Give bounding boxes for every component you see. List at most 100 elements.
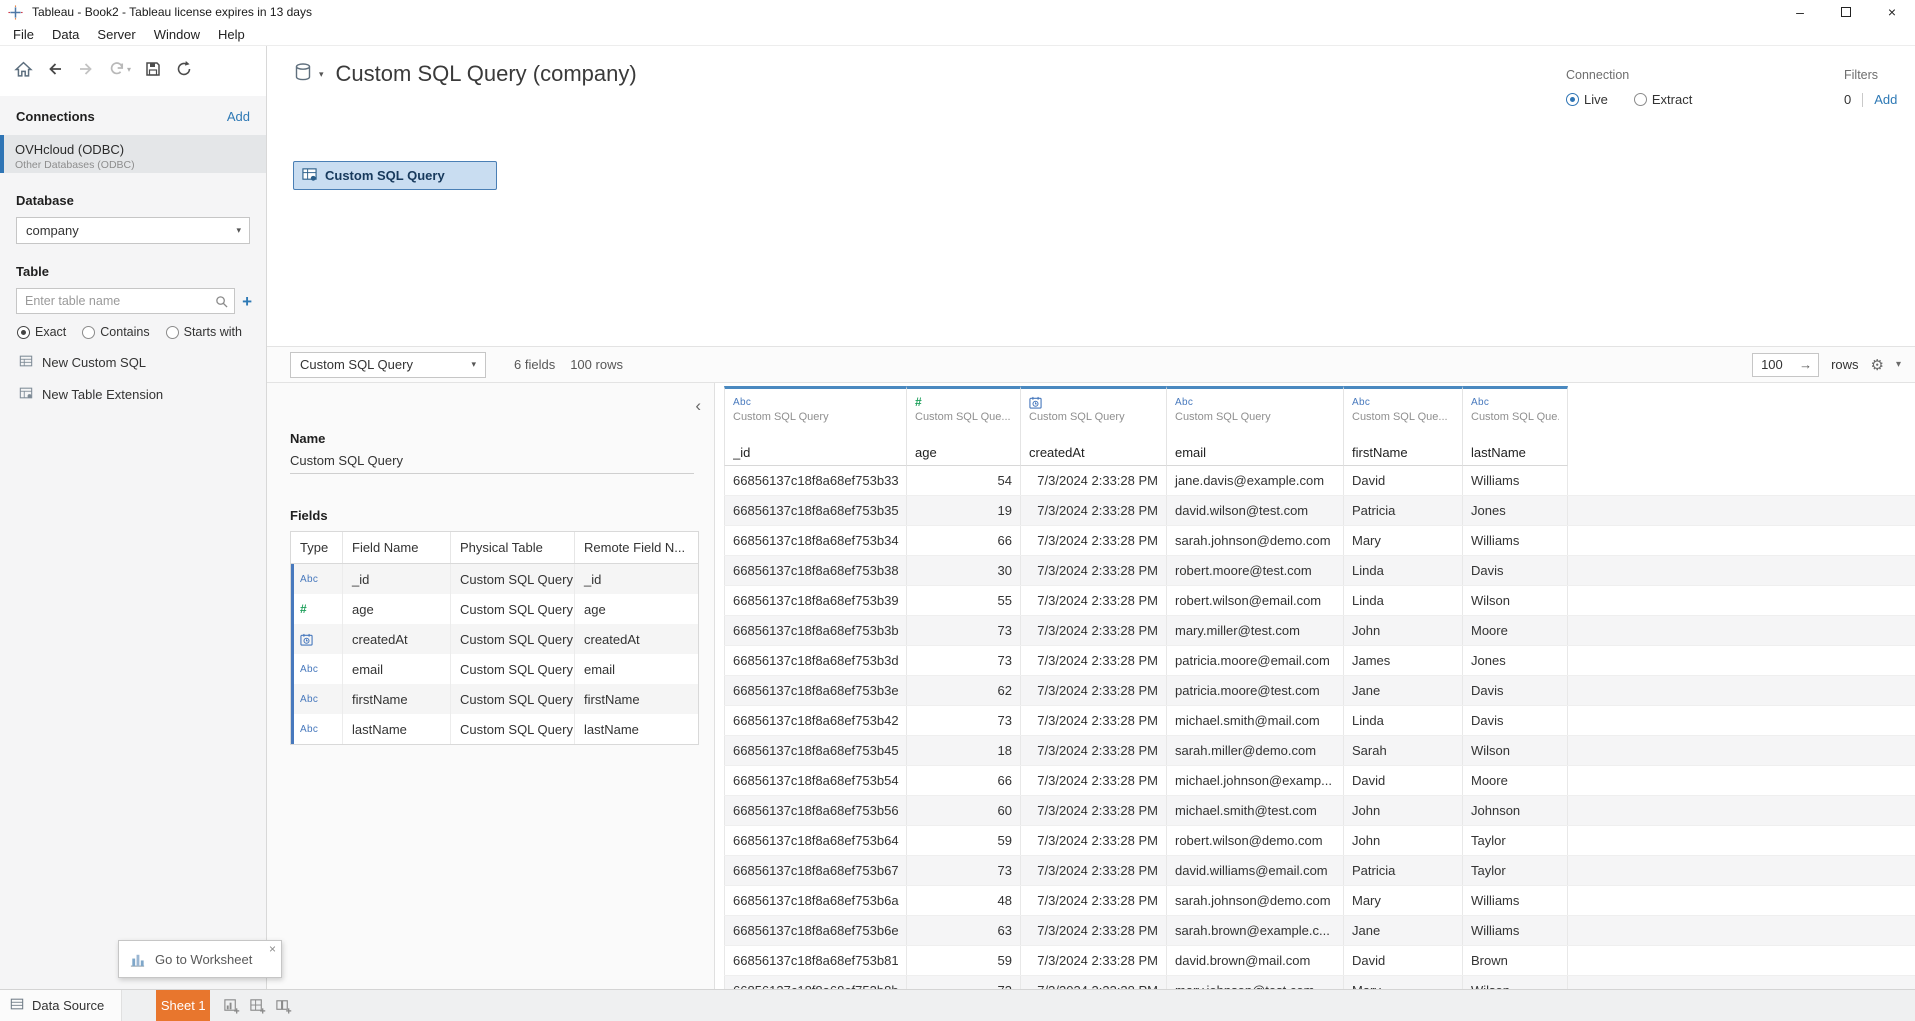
gear-icon[interactable]: ⚙ xyxy=(1871,356,1884,374)
table-cell[interactable]: 7/3/2024 2:33:28 PM xyxy=(1021,796,1167,825)
table-row[interactable]: 66856137c18f8a68ef753b3d737/3/2024 2:33:… xyxy=(724,646,1915,676)
table-row[interactable]: 66856137c18f8a68ef753b6a487/3/2024 2:33:… xyxy=(724,886,1915,916)
field-row[interactable]: AbcemailCustom SQL Queryemail xyxy=(291,654,698,684)
table-cell[interactable]: 66 xyxy=(907,526,1021,555)
table-cell[interactable]: Williams xyxy=(1463,526,1568,555)
field-row[interactable]: #ageCustom SQL Queryage xyxy=(291,594,698,624)
table-cell[interactable]: sarah.johnson@demo.com xyxy=(1167,886,1344,915)
table-cell[interactable]: 60 xyxy=(907,796,1021,825)
table-cell[interactable]: 7/3/2024 2:33:28 PM xyxy=(1021,676,1167,705)
table-cell[interactable]: 7/3/2024 2:33:28 PM xyxy=(1021,946,1167,975)
table-cell[interactable]: Sarah xyxy=(1344,736,1463,765)
number-type-icon[interactable]: # xyxy=(291,594,343,624)
table-row[interactable]: 66856137c18f8a68ef753b6e637/3/2024 2:33:… xyxy=(724,916,1915,946)
table-cell[interactable]: Patricia xyxy=(1344,856,1463,885)
table-cell[interactable]: 73 xyxy=(907,856,1021,885)
column-header-_id[interactable]: AbcCustom SQL Query_id xyxy=(724,386,907,466)
table-cell[interactable]: Jane xyxy=(1344,916,1463,945)
datasource-title[interactable]: Custom SQL Query (company) xyxy=(336,61,637,87)
table-cell[interactable]: 7/3/2024 2:33:28 PM xyxy=(1021,916,1167,945)
text-type-icon[interactable]: Abc xyxy=(291,714,343,744)
table-cell[interactable]: 7/3/2024 2:33:28 PM xyxy=(1021,886,1167,915)
table-cell[interactable]: John xyxy=(1344,796,1463,825)
table-cell[interactable]: 66856137c18f8a68ef753b33 xyxy=(724,466,907,495)
table-row[interactable]: 66856137c18f8a68ef753b3e627/3/2024 2:33:… xyxy=(724,676,1915,706)
table-cell[interactable]: jane.davis@example.com xyxy=(1167,466,1344,495)
field-cell[interactable]: age xyxy=(343,594,451,624)
table-cell[interactable]: robert.moore@test.com xyxy=(1167,556,1344,585)
table-cell[interactable]: patricia.moore@email.com xyxy=(1167,646,1344,675)
field-cell[interactable]: Custom SQL Query xyxy=(451,564,575,594)
undo-redo-button[interactable]: ▾ xyxy=(108,60,131,78)
close-icon[interactable]: × xyxy=(269,942,276,956)
table-cell[interactable]: 55 xyxy=(907,586,1021,615)
table-cell[interactable]: 66856137c18f8a68ef753b54 xyxy=(724,766,907,795)
table-cell[interactable]: 7/3/2024 2:33:28 PM xyxy=(1021,526,1167,555)
table-cell[interactable]: 66856137c18f8a68ef753b64 xyxy=(724,826,907,855)
column-header-type[interactable]: Type xyxy=(291,532,343,563)
table-row[interactable]: 66856137c18f8a68ef753b45187/3/2024 2:33:… xyxy=(724,736,1915,766)
table-cell[interactable]: Taylor xyxy=(1463,826,1568,855)
table-cell[interactable]: 7/3/2024 2:33:28 PM xyxy=(1021,586,1167,615)
table-row[interactable]: 66856137c18f8a68ef753b81597/3/2024 2:33:… xyxy=(724,946,1915,976)
column-header-createdAt[interactable]: Custom SQL QuerycreatedAt xyxy=(1021,386,1167,466)
table-search-input[interactable] xyxy=(17,289,234,313)
table-row[interactable]: 66856137c18f8a68ef753b38307/3/2024 2:33:… xyxy=(724,556,1915,586)
table-cell[interactable]: 63 xyxy=(907,916,1021,945)
table-cell[interactable]: 48 xyxy=(907,886,1021,915)
table-cell[interactable]: 66856137c18f8a68ef753b45 xyxy=(724,736,907,765)
filters-add-link[interactable]: Add xyxy=(1874,92,1897,107)
field-cell[interactable]: createdAt xyxy=(343,624,451,654)
database-icon[interactable] xyxy=(293,62,313,87)
name-field[interactable]: Custom SQL Query xyxy=(290,447,694,474)
connection-item[interactable]: OVHcloud (ODBC) Other Databases (ODBC) xyxy=(0,135,266,173)
table-cell[interactable]: Taylor xyxy=(1463,856,1568,885)
menu-server[interactable]: Server xyxy=(88,24,144,45)
table-cell[interactable]: 66856137c18f8a68ef753b3e xyxy=(724,676,907,705)
table-cell[interactable]: Mary xyxy=(1344,886,1463,915)
column-header-remote-field[interactable]: Remote Field N... xyxy=(575,532,698,563)
table-cell[interactable]: 66856137c18f8a68ef753b56 xyxy=(724,796,907,825)
table-cell[interactable]: John xyxy=(1344,616,1463,645)
chevron-down-icon[interactable]: ▾ xyxy=(1896,359,1901,370)
table-cell[interactable]: Moore xyxy=(1463,766,1568,795)
menu-file[interactable]: File xyxy=(4,24,43,45)
table-cell[interactable]: David xyxy=(1344,466,1463,495)
table-cell[interactable]: 7/3/2024 2:33:28 PM xyxy=(1021,616,1167,645)
table-cell[interactable]: 66856137c18f8a68ef753b8b xyxy=(724,976,907,989)
field-cell[interactable]: firstName xyxy=(575,684,698,714)
table-cell[interactable]: Johnson xyxy=(1463,796,1568,825)
table-cell[interactable]: Moore xyxy=(1463,616,1568,645)
table-cell[interactable]: 66856137c18f8a68ef753b39 xyxy=(724,586,907,615)
table-cell[interactable]: 73 xyxy=(907,646,1021,675)
table-cell[interactable]: 7/3/2024 2:33:28 PM xyxy=(1021,856,1167,885)
table-cell[interactable]: Linda xyxy=(1344,586,1463,615)
column-header-field-name[interactable]: Field Name xyxy=(343,532,451,563)
new-table-extension-item[interactable]: New Table Extension xyxy=(0,371,266,403)
refresh-button[interactable] xyxy=(175,60,193,78)
column-header-physical-table[interactable]: Physical Table xyxy=(451,532,575,563)
table-cell[interactable]: Williams xyxy=(1463,916,1568,945)
field-cell[interactable]: Custom SQL Query xyxy=(451,594,575,624)
field-row[interactable]: AbclastNameCustom SQL QuerylastName xyxy=(291,714,698,744)
table-cell[interactable]: Jones xyxy=(1463,646,1568,675)
table-cell[interactable]: david.wilson@test.com xyxy=(1167,496,1344,525)
apply-rows-arrow-icon[interactable]: → xyxy=(1799,357,1812,372)
new-custom-sql-item[interactable]: New Custom SQL xyxy=(0,339,266,371)
tab-sheet1[interactable]: Sheet 1 xyxy=(156,990,210,1021)
table-cell[interactable]: 66856137c18f8a68ef753b81 xyxy=(724,946,907,975)
table-cell[interactable]: mary.johnson@test.com xyxy=(1167,976,1344,989)
field-cell[interactable]: _id xyxy=(575,564,698,594)
minimize-button[interactable]: – xyxy=(1777,0,1823,24)
table-cell[interactable]: Brown xyxy=(1463,946,1568,975)
column-header-firstName[interactable]: AbcCustom SQL Que...firstName xyxy=(1344,386,1463,466)
go-to-worksheet-hint[interactable]: Go to Worksheet × xyxy=(118,940,282,978)
add-table-button[interactable]: + xyxy=(242,293,252,310)
match-exact-radio[interactable]: Exact xyxy=(17,325,66,339)
table-cell[interactable]: 66856137c18f8a68ef753b6e xyxy=(724,916,907,945)
datetime-type-icon[interactable] xyxy=(291,624,343,654)
table-cell[interactable]: Williams xyxy=(1463,886,1568,915)
field-cell[interactable]: email xyxy=(343,654,451,684)
match-startswith-radio[interactable]: Starts with xyxy=(166,325,242,339)
column-header-age[interactable]: #Custom SQL Que...age xyxy=(907,386,1021,466)
